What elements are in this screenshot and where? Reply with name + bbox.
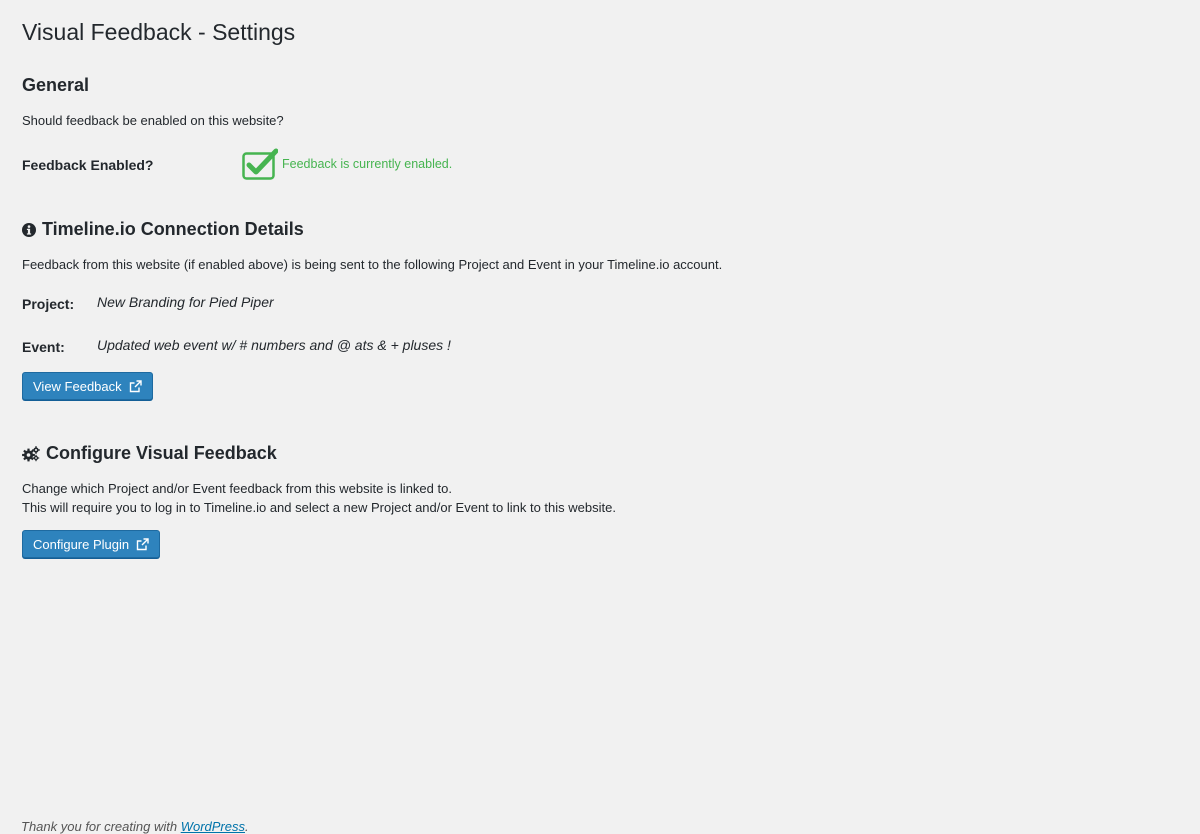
view-feedback-button[interactable]: View Feedback bbox=[22, 372, 153, 400]
external-link-icon bbox=[136, 537, 149, 551]
connection-heading-text: Timeline.io Connection Details bbox=[42, 219, 304, 239]
configure-heading: Configure Visual Feedback bbox=[22, 443, 277, 464]
feedback-enabled-checkbox[interactable] bbox=[242, 148, 278, 180]
footer-thankyou: Thank you for creating with WordPress. bbox=[21, 819, 249, 834]
feedback-status-text: Feedback is currently enabled. bbox=[282, 157, 453, 171]
event-label: Event: bbox=[22, 339, 65, 355]
feedback-enabled-label: Feedback Enabled? bbox=[22, 157, 154, 173]
project-value: New Branding for Pied Piper bbox=[97, 294, 274, 310]
info-circle-icon bbox=[22, 222, 36, 237]
general-heading: General bbox=[22, 75, 90, 95]
checkmark-icon bbox=[242, 148, 278, 180]
event-value: Updated web event w/ # numbers and @ ats… bbox=[97, 337, 451, 353]
footer-text: Thank you for creating with bbox=[21, 819, 181, 834]
wordpress-link[interactable]: WordPress bbox=[181, 819, 245, 834]
configure-plugin-button[interactable]: Configure Plugin bbox=[22, 530, 161, 558]
configure-plugin-label: Configure Plugin bbox=[33, 536, 130, 552]
general-description: Should feedback be enabled on this websi… bbox=[22, 113, 284, 128]
configure-description-line1: Change which Project and/or Event feedba… bbox=[22, 481, 452, 496]
page-title: Visual Feedback - Settings bbox=[22, 19, 296, 45]
footer-end: . bbox=[245, 819, 249, 834]
project-label: Project: bbox=[22, 296, 75, 312]
feedback-status: Feedback is currently enabled. bbox=[242, 148, 453, 180]
external-link-icon bbox=[129, 379, 142, 393]
connection-heading: Timeline.io Connection Details bbox=[22, 219, 304, 240]
connection-description: Feedback from this website (if enabled a… bbox=[22, 257, 723, 272]
configure-description-line2: This will require you to log in to Timel… bbox=[22, 500, 616, 515]
configure-heading-text: Configure Visual Feedback bbox=[46, 443, 277, 463]
gears-icon bbox=[22, 445, 40, 462]
view-feedback-label: View Feedback bbox=[33, 378, 122, 394]
